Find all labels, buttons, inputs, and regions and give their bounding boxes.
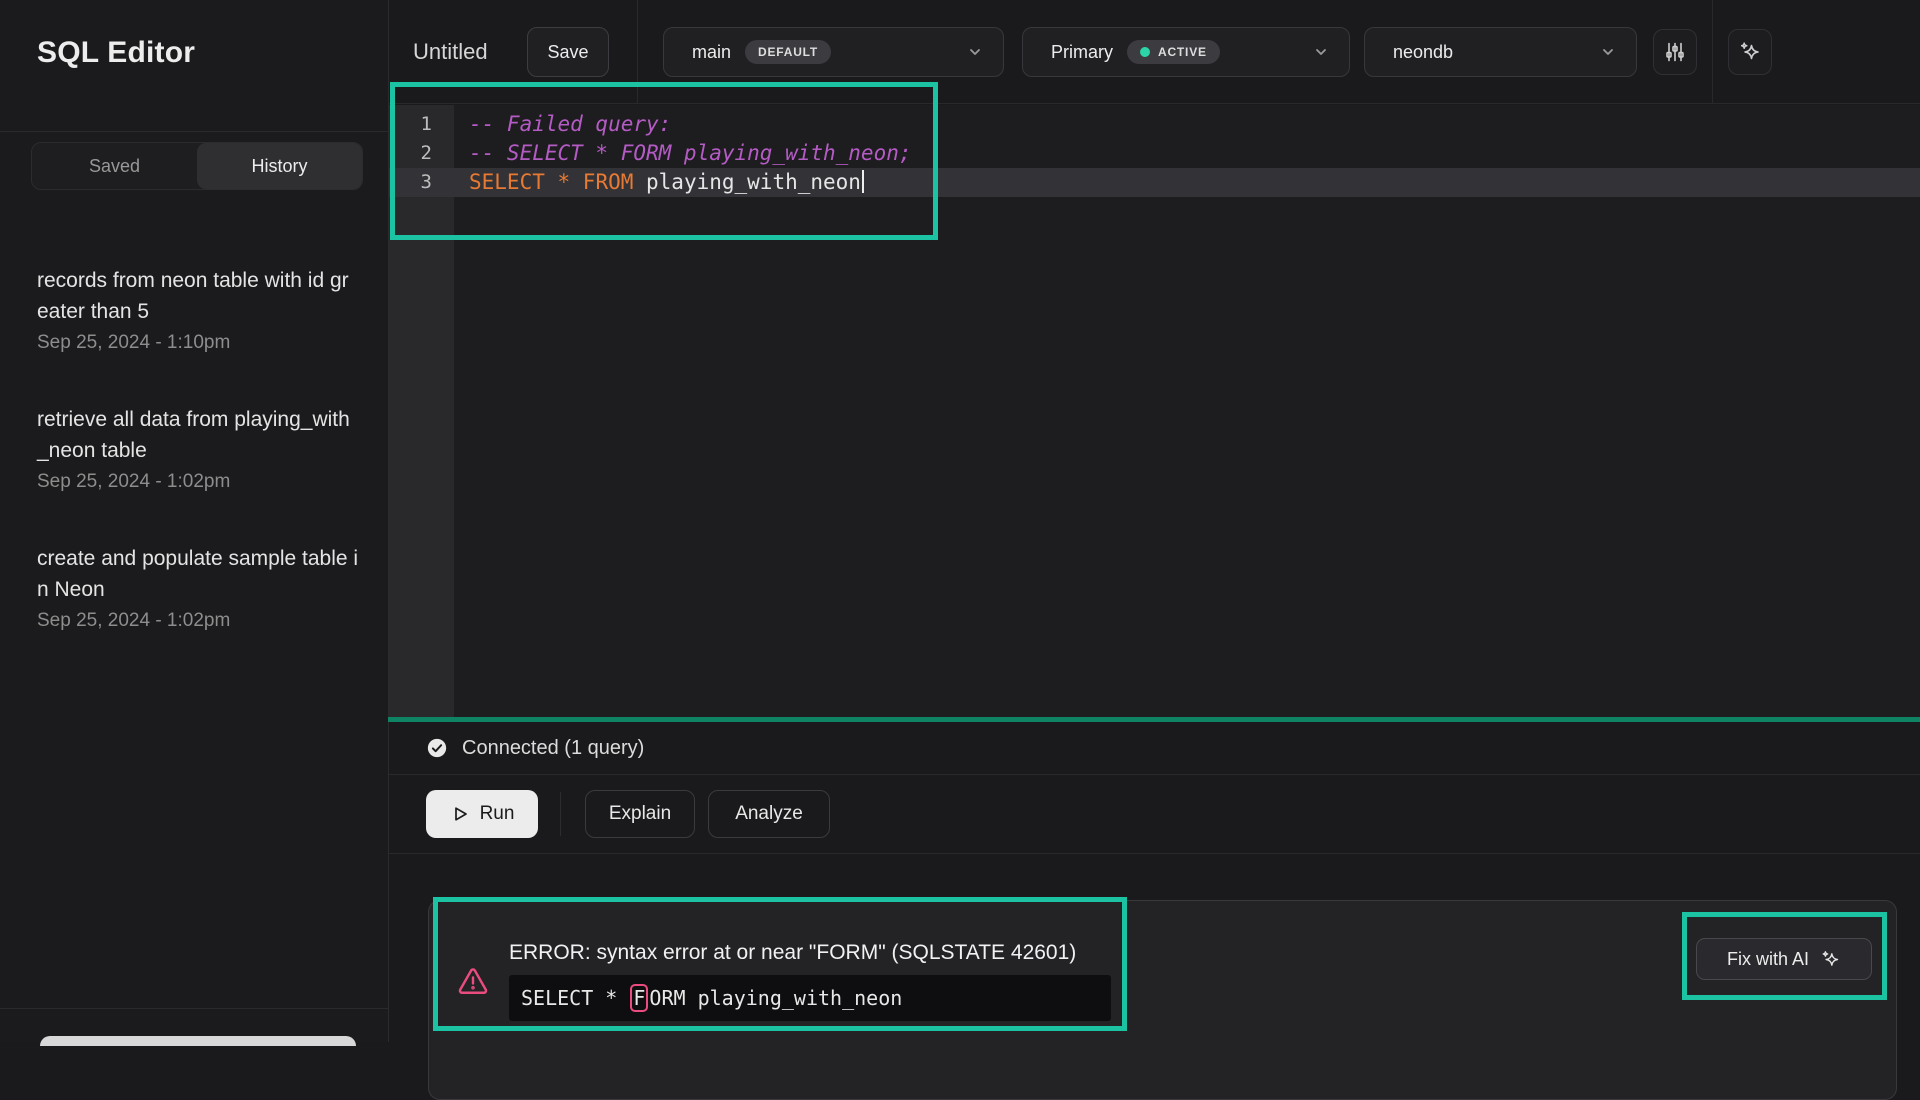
explain-button[interactable]: Explain bbox=[585, 790, 695, 838]
query-actions: Run Explain Analyze bbox=[389, 775, 1920, 853]
page-title: SQL Editor bbox=[37, 36, 195, 70]
results-panel: ERROR: syntax error at or near "FORM" (S… bbox=[389, 854, 1920, 1042]
error-block: ERROR: syntax error at or near "FORM" (S… bbox=[456, 941, 1111, 1021]
compute-name: Primary bbox=[1051, 42, 1113, 63]
connection-statusbar: Connected (1 query) bbox=[389, 722, 1920, 774]
saved-history-tabs: Saved History bbox=[31, 142, 363, 190]
sql-operator: * bbox=[545, 170, 583, 194]
branch-name: main bbox=[692, 42, 731, 63]
tab-history[interactable]: History bbox=[197, 143, 362, 189]
code-line: 1 -- Failed query: bbox=[389, 110, 1920, 139]
chevron-down-icon bbox=[1600, 44, 1616, 60]
run-button-label: Run bbox=[480, 803, 515, 825]
error-card: ERROR: syntax error at or near "FORM" (S… bbox=[428, 900, 1897, 1100]
line-number: 3 bbox=[389, 168, 454, 197]
code-line: 2 -- SELECT * FORM playing_with_neon; bbox=[389, 139, 1920, 168]
error-query-snippet: SELECT * FORM playing_with_neon bbox=[509, 975, 1111, 1021]
toolbar-divider bbox=[1712, 0, 1713, 104]
branch-dropdown[interactable]: main DEFAULT bbox=[663, 27, 1004, 77]
history-item-timestamp: Sep 25, 2024 - 1:02pm bbox=[37, 610, 359, 632]
save-button[interactable]: Save bbox=[527, 27, 609, 77]
sidebar-divider bbox=[0, 131, 388, 132]
line-number: 2 bbox=[389, 139, 454, 168]
toolbar: Untitled Save main DEFAULT Primary ACTIV… bbox=[389, 0, 1920, 104]
history-item[interactable]: retrieve all data from playing_with_neon… bbox=[37, 404, 359, 493]
ai-assistant-button[interactable] bbox=[1728, 29, 1772, 75]
history-item-title: create and populate sample table in Neon bbox=[37, 543, 359, 605]
history-item-title: retrieve all data from playing_with_neon… bbox=[37, 404, 359, 466]
settings-sliders-button[interactable] bbox=[1653, 29, 1697, 75]
text-cursor bbox=[862, 170, 864, 193]
sidebar-bottom-button[interactable] bbox=[40, 1036, 356, 1046]
fix-with-ai-button[interactable]: Fix with AI bbox=[1696, 938, 1872, 980]
history-list: records from neon table with id greater … bbox=[37, 265, 359, 682]
sql-comment: -- Failed query: bbox=[469, 112, 671, 136]
history-item-timestamp: Sep 25, 2024 - 1:02pm bbox=[37, 471, 359, 493]
history-item-timestamp: Sep 25, 2024 - 1:10pm bbox=[37, 332, 359, 354]
line-number: 1 bbox=[389, 110, 454, 139]
query-title: Untitled bbox=[413, 0, 488, 104]
chevron-down-icon bbox=[1313, 44, 1329, 60]
database-name: neondb bbox=[1393, 42, 1453, 63]
chevron-down-icon bbox=[967, 44, 983, 60]
sidebar: SQL Editor Saved History records from ne… bbox=[0, 0, 389, 1042]
history-item-title: records from neon table with id greater … bbox=[37, 265, 359, 327]
tab-saved[interactable]: Saved bbox=[32, 143, 197, 189]
error-code-before: SELECT * bbox=[521, 986, 629, 1010]
sliders-icon bbox=[1663, 40, 1687, 64]
history-item[interactable]: create and populate sample table in Neon… bbox=[37, 543, 359, 632]
database-dropdown[interactable]: neondb bbox=[1364, 27, 1637, 77]
connection-status-text: Connected (1 query) bbox=[462, 737, 644, 760]
compute-dropdown[interactable]: Primary ACTIVE bbox=[1022, 27, 1350, 77]
active-badge: ACTIVE bbox=[1127, 40, 1220, 64]
sql-comment: -- SELECT * FORM playing_with_neon; bbox=[469, 141, 912, 165]
error-highlight-char: F bbox=[630, 984, 648, 1012]
actions-divider bbox=[560, 792, 561, 836]
code-line-current: 3 SELECT * FROM playing_with_neon bbox=[389, 168, 1920, 197]
fix-with-ai-label: Fix with AI bbox=[1727, 949, 1809, 970]
toolbar-divider bbox=[637, 0, 638, 104]
error-message: ERROR: syntax error at or near "FORM" (S… bbox=[509, 941, 1111, 965]
sql-identifier: playing_with_neon bbox=[633, 170, 861, 194]
active-badge-label: ACTIVE bbox=[1158, 45, 1207, 59]
sparkles-icon bbox=[1738, 40, 1762, 64]
sql-code-editor[interactable]: 1 -- Failed query: 2 -- SELECT * FORM pl… bbox=[389, 105, 1920, 718]
active-status-dot bbox=[1140, 47, 1150, 57]
sidebar-bottom-divider bbox=[0, 1008, 388, 1009]
play-icon bbox=[450, 804, 470, 824]
analyze-button[interactable]: Analyze bbox=[708, 790, 830, 838]
warning-triangle-icon bbox=[456, 963, 490, 999]
check-circle-icon bbox=[426, 737, 448, 759]
sparkles-icon bbox=[1820, 949, 1841, 970]
sql-keyword: FROM bbox=[583, 170, 634, 194]
history-item[interactable]: records from neon table with id greater … bbox=[37, 265, 359, 354]
sql-keyword: SELECT bbox=[469, 170, 545, 194]
run-button[interactable]: Run bbox=[426, 790, 538, 838]
error-code-after: ORM playing_with_neon bbox=[649, 986, 902, 1010]
default-badge: DEFAULT bbox=[745, 40, 831, 64]
